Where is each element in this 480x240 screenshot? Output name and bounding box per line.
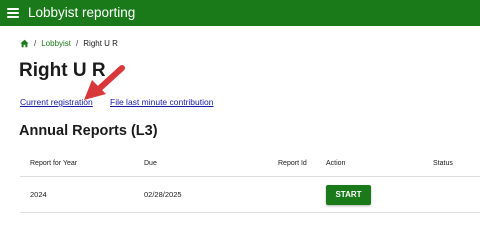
breadcrumb-separator: / [34, 38, 37, 48]
table-row: 2024 02/28/2025 START [20, 177, 480, 213]
breadcrumb-link-lobbyist[interactable]: Lobbyist [41, 39, 71, 48]
cell-report-year: 2024 [30, 190, 47, 199]
column-header-due: Due [144, 160, 157, 167]
home-icon[interactable] [20, 39, 29, 48]
column-header-report-id: Report Id [278, 160, 307, 167]
file-last-minute-contribution-link[interactable]: File last minute contribution [110, 97, 213, 107]
breadcrumb-separator: / [76, 38, 79, 48]
annual-reports-heading: Annual Reports (L3) [19, 123, 158, 139]
app-title: Lobbyist reporting [28, 5, 136, 20]
column-header-status: Status [433, 160, 453, 167]
table-header-row: Report for Year Due Report Id Action Sta… [20, 152, 480, 177]
column-header-action: Action [326, 160, 346, 167]
hamburger-menu-icon[interactable] [7, 7, 19, 18]
start-report-button[interactable]: START [326, 185, 371, 205]
breadcrumb-current: Right U R [83, 38, 118, 48]
top-app-bar: Lobbyist reporting [0, 0, 480, 26]
breadcrumb: / Lobbyist / Right U R [20, 36, 118, 50]
cell-due-date: 02/28/2025 [144, 190, 182, 199]
current-registration-link[interactable]: Current registration [20, 97, 93, 107]
column-header-report-for-year: Report for Year [30, 160, 78, 167]
